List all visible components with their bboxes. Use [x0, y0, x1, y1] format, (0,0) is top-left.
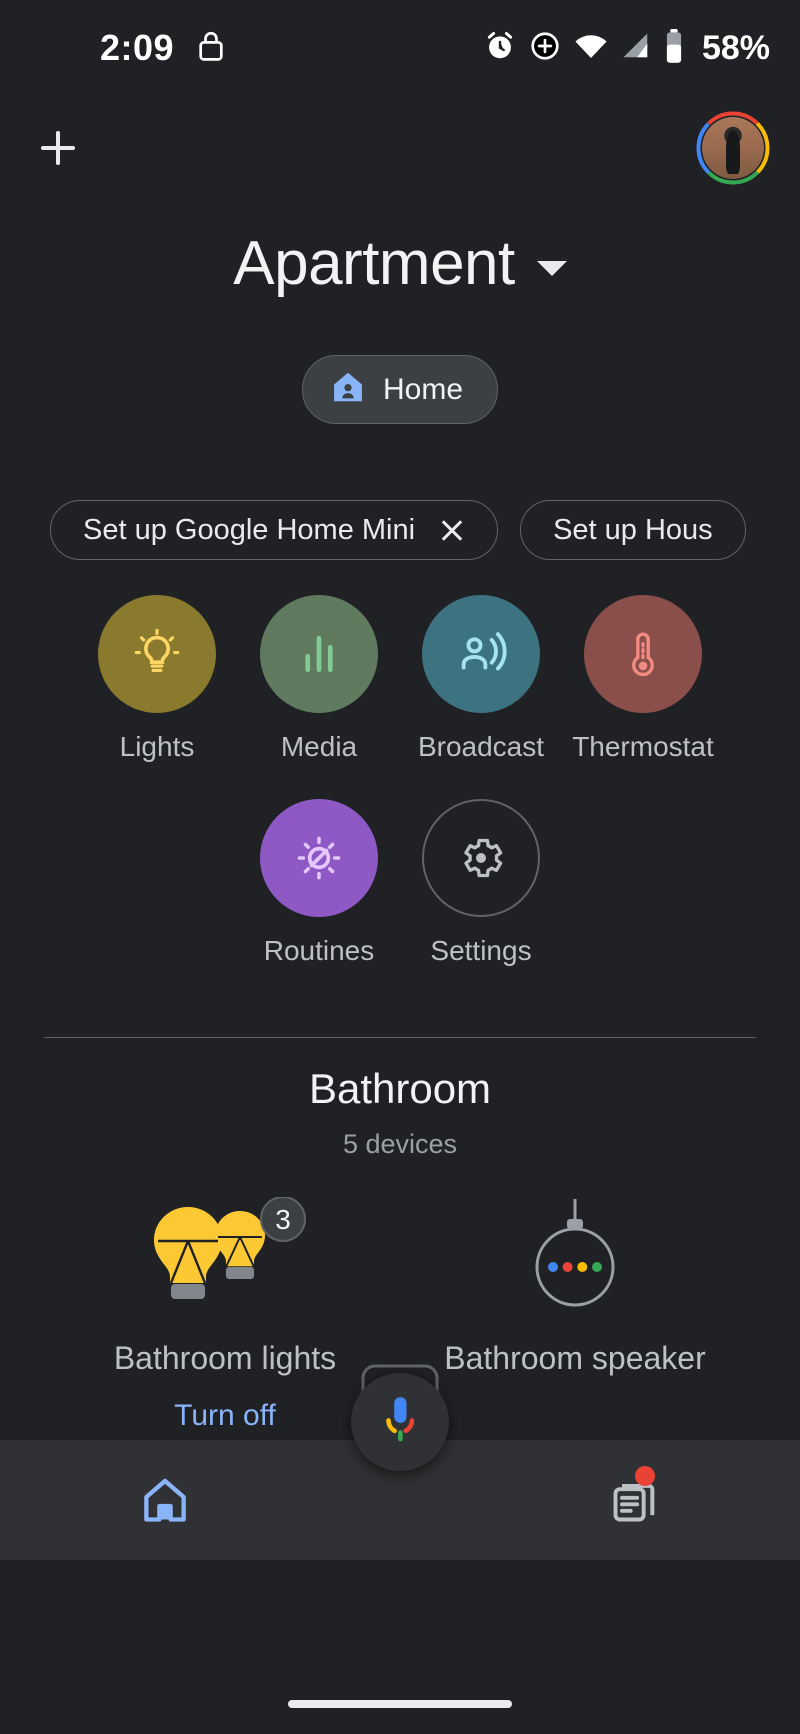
setup-suggestion-chips: Set up Google Home Mini Set up Hous: [50, 500, 800, 560]
device-icon-wrap: [515, 1196, 635, 1326]
section-divider: [44, 1037, 756, 1038]
clock-text: 2:09: [100, 27, 175, 68]
quick-action-thermostat[interactable]: Thermostat: [562, 595, 724, 763]
quick-action-media[interactable]: Media: [238, 595, 400, 763]
setup-chip-household[interactable]: Set up Hous: [520, 500, 746, 560]
broadcast-icon: [461, 632, 507, 671]
chevron-down-icon: [536, 261, 567, 276]
alarm-icon: [484, 30, 516, 67]
tab-home-label: Home: [382, 372, 464, 406]
room-device-count: 5 devices: [342, 1129, 458, 1159]
quick-action-settings[interactable]: Settings: [400, 799, 562, 967]
thermostat-bubble: [584, 595, 702, 713]
wifi-icon: [574, 31, 608, 66]
feed-badge-dot: [634, 1466, 655, 1486]
gesture-bar[interactable]: [288, 1700, 512, 1708]
google-home-app-screen: 2:09 58% Apartment Home Set up Google Ho…: [0, 0, 800, 1734]
avatar[interactable]: [696, 111, 770, 185]
nav-item-feed[interactable]: [470, 1440, 800, 1560]
google-assistant-mic-icon: [386, 1397, 415, 1442]
assistant-button[interactable]: [351, 1373, 449, 1471]
thermometer-icon: [632, 632, 654, 677]
setup-chip-label: Set up Google Home Mini: [83, 514, 416, 546]
broadcast-bubble: [422, 595, 540, 713]
tab-home[interactable]: Home: [301, 355, 499, 424]
battery-icon: [664, 28, 684, 68]
settings-bubble: [422, 799, 540, 917]
setup-chip-label: Set up Hous: [553, 514, 713, 546]
home-tab-row: Home: [0, 355, 800, 424]
quick-actions-row-1: Lights Media Broadcast Thermostat: [40, 595, 760, 763]
routines-icon: [297, 836, 341, 880]
setup-chip-google-home-mini[interactable]: Set up Google Home Mini: [50, 500, 499, 560]
status-bar: 2:09 58%: [0, 0, 800, 96]
add-device-button[interactable]: [28, 118, 88, 178]
gesture-nav-area: [0, 1560, 800, 1734]
quick-action-label: Routines: [263, 935, 375, 966]
room-title: Bathroom: [308, 1065, 492, 1112]
home-icon: [329, 368, 367, 411]
lights-bubble: [98, 595, 216, 713]
google-home-mini-icon: [535, 1199, 615, 1307]
device-icon-wrap: 3: [140, 1196, 310, 1326]
quick-action-label: Lights: [119, 731, 195, 762]
status-bar-left: 2:09: [100, 27, 226, 69]
battery-percent-text: 58%: [701, 28, 770, 67]
quick-action-routines[interactable]: Routines: [238, 799, 400, 967]
lightbulbs-icon: 3: [154, 1197, 306, 1299]
quick-action-label: Media: [280, 731, 358, 762]
feed-icon: [613, 1483, 655, 1522]
routines-bubble: [260, 799, 378, 917]
lightbulb-icon: [134, 628, 180, 673]
home-icon: [144, 1478, 186, 1522]
quick-action-label: Thermostat: [572, 731, 714, 762]
quick-action-label: Broadcast: [417, 731, 545, 762]
equalizer-icon: [305, 635, 333, 673]
quick-action-lights[interactable]: Lights: [76, 595, 238, 763]
avatar-photo: [702, 117, 764, 179]
dnd-icon: [529, 30, 561, 67]
app-bar: [0, 96, 800, 200]
lock-icon: [196, 29, 226, 68]
quick-action-broadcast[interactable]: Broadcast: [400, 595, 562, 763]
quick-action-label: Settings: [430, 935, 532, 966]
page-title: Apartment: [233, 229, 515, 298]
close-icon[interactable]: [439, 517, 465, 543]
quick-actions-row-2: Routines Settings: [40, 799, 760, 967]
media-bubble: [260, 595, 378, 713]
signal-icon: [621, 31, 651, 66]
device-badge-count: 3: [275, 1204, 291, 1235]
gear-icon: [464, 838, 503, 878]
quick-actions-grid: Lights Media Broadcast Thermostat Routin…: [40, 595, 760, 967]
home-selector[interactable]: Apartment: [0, 228, 800, 299]
nav-item-home[interactable]: [0, 1440, 330, 1560]
status-bar-right: 58%: [484, 28, 770, 68]
